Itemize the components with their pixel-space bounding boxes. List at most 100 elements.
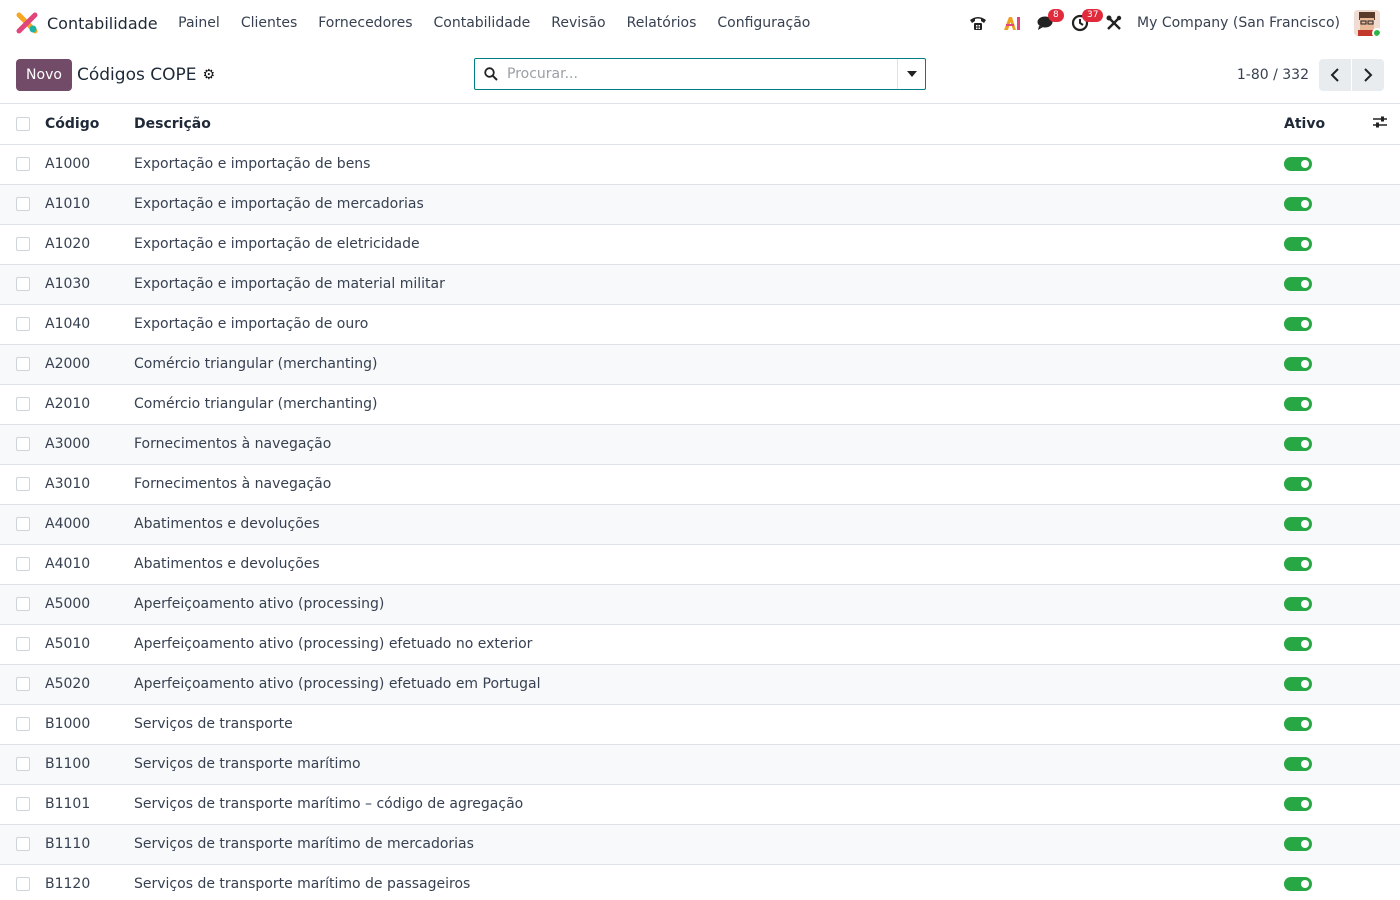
select-all-checkbox[interactable] <box>16 116 30 131</box>
active-toggle[interactable] <box>1284 317 1312 331</box>
chevron-left-icon[interactable] <box>1319 59 1351 91</box>
clock-icon[interactable]: 37 <box>1063 8 1104 38</box>
active-toggle[interactable] <box>1284 757 1312 771</box>
cell-code[interactable]: B1110 <box>45 824 134 864</box>
cell-code[interactable]: A5010 <box>45 624 134 664</box>
table-row[interactable]: B1101 Serviços de transporte marítimo – c… <box>0 784 1400 824</box>
cell-code[interactable]: A3010 <box>45 464 134 504</box>
active-toggle[interactable] <box>1284 877 1312 891</box>
table-row[interactable]: B1100 Serviços de transporte marítimo <box>0 744 1400 784</box>
table-row[interactable]: A3000 Fornecimentos à navegação <box>0 424 1400 464</box>
menu-item-relatorios[interactable]: Relatórios <box>616 15 707 31</box>
page-title[interactable]: Códigos COPE <box>77 65 196 85</box>
phone-icon[interactable] <box>961 8 995 38</box>
cell-description[interactable]: Abatimentos e devoluções <box>134 544 1284 584</box>
cell-code[interactable]: A1020 <box>45 224 134 264</box>
active-toggle[interactable] <box>1284 397 1312 411</box>
table-row[interactable]: A4000 Abatimentos e devoluções <box>0 504 1400 544</box>
cell-description[interactable]: Serviços de transporte marítimo <box>134 744 1284 784</box>
row-checkbox[interactable] <box>16 477 30 491</box>
row-checkbox[interactable] <box>16 317 30 331</box>
menu-item-revisao[interactable]: Revisão <box>541 15 616 31</box>
cell-code[interactable]: B1000 <box>45 704 134 744</box>
cell-description[interactable]: Aperfeiçoamento ativo (processing) <box>134 584 1284 624</box>
table-row[interactable]: A1030 Exportação e importação de material… <box>0 264 1400 304</box>
row-checkbox[interactable] <box>16 197 30 211</box>
row-checkbox[interactable] <box>16 717 30 731</box>
cell-code[interactable]: B1101 <box>45 784 134 824</box>
cell-code[interactable]: A1000 <box>45 144 134 184</box>
table-row[interactable]: B1000 Serviços de transporte <box>0 704 1400 744</box>
cell-description[interactable]: Serviços de transporte marítimo de merca… <box>134 824 1284 864</box>
header-active[interactable]: Ativo <box>1284 104 1372 144</box>
chevron-right-icon[interactable] <box>1352 59 1384 91</box>
cell-description[interactable]: Serviços de transporte marítimo – código… <box>134 784 1284 824</box>
menu-item-configuracao[interactable]: Configuração <box>707 15 821 31</box>
app-logo-icon[interactable] <box>16 12 38 34</box>
row-checkbox[interactable] <box>16 437 30 451</box>
row-checkbox[interactable] <box>16 757 30 771</box>
table-row[interactable]: A3010 Fornecimentos à navegação <box>0 464 1400 504</box>
cell-code[interactable]: A1030 <box>45 264 134 304</box>
cell-description[interactable]: Serviços de transporte marítimo de passa… <box>134 864 1284 900</box>
column-options-icon[interactable] <box>1372 115 1388 133</box>
active-toggle[interactable] <box>1284 517 1312 531</box>
gear-icon[interactable]: ⚙ <box>202 67 215 83</box>
row-checkbox[interactable] <box>16 637 30 651</box>
table-row[interactable]: A1000 Exportação e importação de bens <box>0 144 1400 184</box>
cell-description[interactable]: Abatimentos e devoluções <box>134 504 1284 544</box>
cell-code[interactable]: B1120 <box>45 864 134 900</box>
cell-code[interactable]: A5000 <box>45 584 134 624</box>
table-row[interactable]: A4010 Abatimentos e devoluções <box>0 544 1400 584</box>
app-name[interactable]: Contabilidade <box>47 14 158 33</box>
cell-description[interactable]: Exportação e importação de material mili… <box>134 264 1284 304</box>
chat-icon[interactable]: 8 <box>1029 8 1064 38</box>
cell-code[interactable]: A4000 <box>45 504 134 544</box>
cell-description[interactable]: Fornecimentos à navegação <box>134 464 1284 504</box>
cell-description[interactable]: Exportação e importação de bens <box>134 144 1284 184</box>
active-toggle[interactable] <box>1284 597 1312 611</box>
menu-item-painel[interactable]: Painel <box>168 15 231 31</box>
active-toggle[interactable] <box>1284 717 1312 731</box>
table-row[interactable]: A1020 Exportação e importação de eletrici… <box>0 224 1400 264</box>
table-row[interactable]: A5010 Aperfeiçoamento ativo (processing) … <box>0 624 1400 664</box>
active-toggle[interactable] <box>1284 637 1312 651</box>
table-row[interactable]: A5000 Aperfeiçoamento ativo (processing) <box>0 584 1400 624</box>
row-checkbox[interactable] <box>16 797 30 811</box>
cell-code[interactable]: A1010 <box>45 184 134 224</box>
row-checkbox[interactable] <box>16 597 30 611</box>
row-checkbox[interactable] <box>16 677 30 691</box>
active-toggle[interactable] <box>1284 277 1312 291</box>
row-checkbox[interactable] <box>16 357 30 371</box>
caret-down-icon[interactable] <box>897 59 925 89</box>
row-checkbox[interactable] <box>16 837 30 851</box>
row-checkbox[interactable] <box>16 277 30 291</box>
cell-description[interactable]: Comércio triangular (merchanting) <box>134 384 1284 424</box>
row-checkbox[interactable] <box>16 237 30 251</box>
cell-description[interactable]: Aperfeiçoamento ativo (processing) efetu… <box>134 664 1284 704</box>
table-row[interactable]: A1010 Exportação e importação de mercador… <box>0 184 1400 224</box>
company-switcher[interactable]: My Company (San Francisco) <box>1137 15 1340 31</box>
new-button[interactable]: Novo <box>16 58 72 91</box>
active-toggle[interactable] <box>1284 197 1312 211</box>
table-row[interactable]: A2010 Comércio triangular (merchanting) <box>0 384 1400 424</box>
cell-code[interactable]: A1040 <box>45 304 134 344</box>
active-toggle[interactable] <box>1284 437 1312 451</box>
cell-code[interactable]: A2010 <box>45 384 134 424</box>
active-toggle[interactable] <box>1284 677 1312 691</box>
cell-code[interactable]: A4010 <box>45 544 134 584</box>
active-toggle[interactable] <box>1284 357 1312 371</box>
table-row[interactable]: B1120 Serviços de transporte marítimo de … <box>0 864 1400 900</box>
cell-code[interactable]: A3000 <box>45 424 134 464</box>
header-code[interactable]: Código <box>45 104 134 144</box>
row-checkbox[interactable] <box>16 517 30 531</box>
active-toggle[interactable] <box>1284 237 1312 251</box>
row-checkbox[interactable] <box>16 397 30 411</box>
pager-value[interactable]: 1-80 / 332 <box>1237 67 1309 83</box>
user-avatar[interactable] <box>1354 10 1380 36</box>
table-row[interactable]: A1040 Exportação e importação de ouro <box>0 304 1400 344</box>
cell-description[interactable]: Aperfeiçoamento ativo (processing) efetu… <box>134 624 1284 664</box>
cell-code[interactable]: A2000 <box>45 344 134 384</box>
menu-item-clientes[interactable]: Clientes <box>230 15 307 31</box>
cell-description[interactable]: Serviços de transporte <box>134 704 1284 744</box>
